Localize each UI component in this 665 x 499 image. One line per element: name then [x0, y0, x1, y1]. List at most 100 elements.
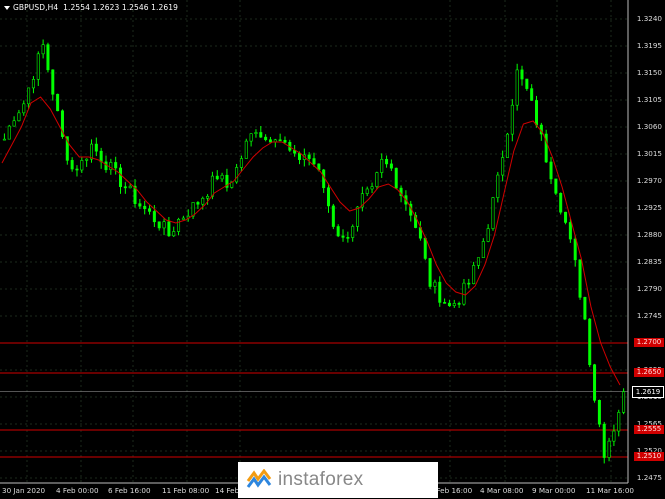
candle-body — [181, 217, 185, 220]
candle-body — [244, 140, 248, 159]
candle-body — [46, 44, 50, 71]
candle-body — [254, 132, 258, 135]
candle-body — [148, 208, 152, 212]
candle-body — [172, 231, 176, 237]
ohlc-readout: 1.2554 1.2623 1.2546 1.2619 — [63, 3, 178, 12]
watermark-text: instaforex — [278, 469, 364, 490]
candle-body — [22, 103, 26, 114]
symbol-dropdown-icon[interactable] — [4, 6, 10, 10]
candle-body — [612, 430, 616, 442]
candle-body — [573, 238, 577, 261]
candle-body — [327, 187, 331, 207]
candle-body — [36, 53, 40, 80]
candle-body — [564, 211, 568, 223]
candle-body — [94, 143, 98, 152]
candle-body — [12, 120, 16, 127]
candle-body — [622, 391, 626, 413]
candle-body — [607, 440, 611, 458]
candle-body — [356, 206, 360, 227]
candle-body — [472, 265, 476, 284]
candle-body — [220, 174, 224, 180]
candle-body — [167, 221, 171, 237]
time-tick-label: 14 Feb — [215, 486, 240, 495]
horizontal-levels — [0, 342, 628, 458]
candle-body — [143, 205, 147, 210]
candle-body — [535, 100, 539, 126]
candle-body — [336, 226, 340, 237]
time-tick-label: 4 Mar 08:00 — [480, 486, 524, 495]
candle-body — [196, 202, 200, 205]
candle-body — [423, 237, 427, 259]
candle-body — [297, 152, 301, 160]
candle-body — [583, 297, 587, 320]
candle-body — [549, 161, 553, 180]
candle-body — [476, 257, 480, 266]
candle-body — [462, 282, 466, 305]
price-tick-label: 1.2925 — [636, 203, 662, 212]
candle-body — [27, 87, 31, 105]
level-price-tag: 1.2650 — [634, 368, 664, 377]
candle-body — [191, 202, 195, 217]
candle-body — [588, 318, 592, 366]
candle-body — [331, 205, 335, 227]
candle-body — [389, 163, 393, 169]
candle-body — [593, 364, 597, 401]
candle-body — [346, 237, 350, 239]
candle-body — [80, 160, 84, 171]
symbol-timeframe: GBPUSD,H4 — [13, 3, 59, 12]
time-tick-label: 11 Mar 16:00 — [586, 486, 634, 495]
candle-body — [578, 259, 582, 298]
candle-body — [31, 79, 35, 89]
candle-body — [268, 139, 272, 143]
watermark-banner: instaforex — [238, 462, 438, 498]
candle-body — [501, 157, 505, 176]
candle-body — [210, 175, 214, 197]
candle-body — [510, 104, 514, 135]
price-tick-label: 1.2745 — [636, 311, 662, 320]
candle-body — [341, 235, 345, 238]
price-tick-label: 1.3195 — [636, 41, 662, 50]
candle-body — [307, 154, 311, 159]
candle-body — [51, 69, 55, 95]
candle-body — [99, 150, 103, 163]
candle-body — [157, 221, 161, 229]
candle-body — [385, 158, 389, 165]
time-tick-label: 30 Jan 2020 — [2, 486, 46, 495]
candle-body — [491, 197, 495, 229]
chart-window[interactable]: GBPUSD,H4 1.2554 1.2623 1.2546 1.2619 1.… — [0, 0, 665, 499]
candle-body — [486, 228, 490, 242]
candle-body — [515, 69, 519, 106]
candle-body — [447, 302, 451, 307]
candle-body — [278, 139, 282, 142]
candle-body — [525, 78, 529, 89]
candle-body — [520, 69, 524, 80]
candle-body — [89, 143, 93, 160]
price-tick-label: 1.3240 — [636, 14, 662, 23]
candle-body — [152, 211, 156, 223]
candle-body — [75, 168, 79, 171]
candle-body — [17, 112, 21, 122]
candle-body — [123, 186, 127, 189]
price-tick-label: 1.2970 — [636, 176, 662, 185]
level-price-tag: 1.2700 — [634, 338, 664, 347]
candle-body — [443, 302, 447, 304]
candle-body — [428, 258, 432, 287]
candle-body — [177, 218, 181, 232]
candle-body — [617, 412, 621, 432]
candle-body — [264, 136, 268, 141]
candle-body — [496, 174, 500, 198]
price-tick-label: 1.3105 — [636, 95, 662, 104]
candle-body — [138, 203, 142, 207]
candle-body — [452, 303, 456, 307]
candle-body — [201, 197, 205, 205]
candle-body — [375, 172, 379, 187]
candle-body — [259, 132, 263, 138]
candle-body — [41, 44, 45, 55]
candle-body — [283, 140, 287, 143]
current-price-tag: 1.2619 — [632, 385, 664, 398]
candle-body — [554, 178, 558, 194]
level-price-tag: 1.2555 — [634, 425, 664, 434]
candle-body — [438, 281, 442, 303]
candle-body — [351, 226, 355, 238]
price-chart[interactable] — [0, 0, 665, 499]
